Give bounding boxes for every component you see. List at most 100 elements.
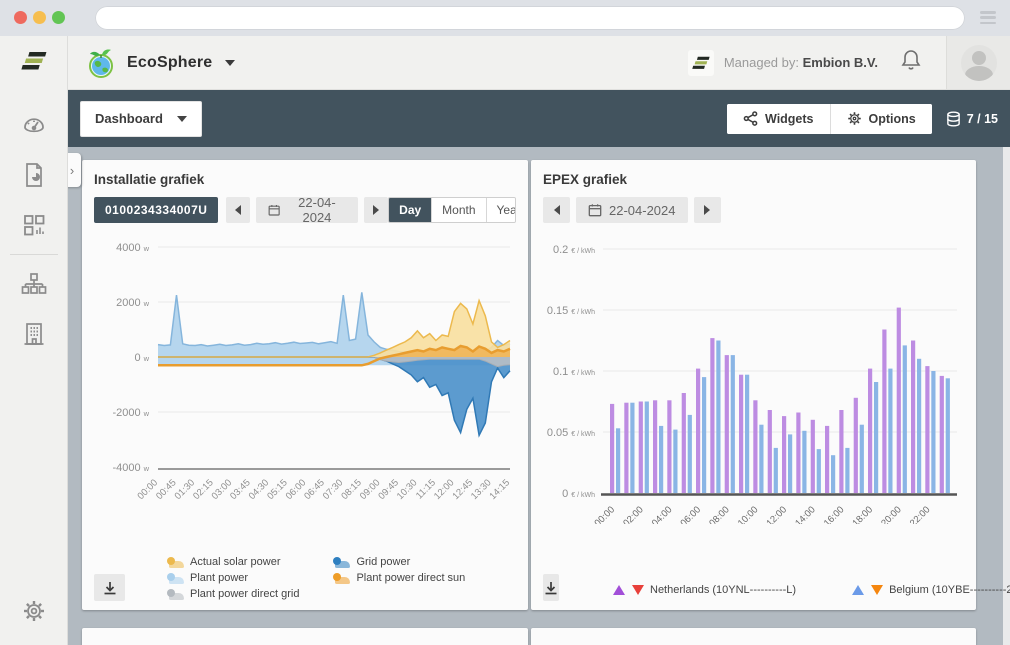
widgets-button[interactable]: Widgets (727, 104, 830, 134)
bar (610, 404, 614, 493)
dashboard-selector[interactable]: Dashboard (80, 101, 202, 137)
widget-title: EPEX grafiek (543, 172, 964, 187)
settings-gear-icon (22, 599, 46, 623)
x-axis-label: 02:00 (621, 504, 646, 524)
browser-menu-icon[interactable] (980, 11, 996, 24)
sitemap-icon (21, 272, 47, 296)
sidebar-item-reports[interactable] (0, 150, 68, 200)
prev-date-button[interactable] (226, 197, 250, 223)
date-value: 22-04-2024 (288, 195, 346, 225)
period-day-button[interactable]: Day (389, 198, 431, 222)
embion-logo-icon[interactable] (21, 50, 47, 77)
next-date-button[interactable] (364, 197, 388, 223)
dashboard-toolbar: Dashboard Widgets Options (68, 90, 1010, 147)
window-minimize-button[interactable] (33, 11, 46, 24)
x-axis-label: 02:15 (191, 477, 216, 502)
legend-label: Netherlands (10YNL----------L) (650, 584, 796, 596)
widgets-share-icon (743, 111, 758, 126)
notifications-button[interactable] (900, 48, 922, 77)
serial-badge: 0100234334007U (94, 197, 218, 223)
legend-label: Plant power direct sun (356, 572, 465, 584)
sidebar-collapse-toggle[interactable]: › (68, 153, 81, 187)
widgets-grid-icon (22, 213, 46, 237)
window-maximize-button[interactable] (52, 11, 65, 24)
x-axis-label: 12:00 (765, 504, 790, 524)
bar (796, 413, 800, 494)
legend-item[interactable]: Netherlands (10YNL----------L) (613, 584, 796, 596)
x-axis-label: 04:00 (650, 504, 675, 524)
sidebar (0, 36, 68, 645)
sidebar-item-widgets[interactable] (0, 200, 68, 250)
sidebar-item-sitemap[interactable] (0, 259, 68, 309)
legend-label: Actual solar power (190, 556, 281, 568)
bar (702, 377, 706, 493)
legend-item[interactable]: Actual solar power (167, 556, 299, 568)
download-button[interactable] (543, 574, 559, 601)
arrow-left-icon (235, 205, 241, 215)
prev-date-button[interactable] (543, 197, 570, 223)
legend-swatch-icon (167, 573, 184, 584)
sidebar-item-settings[interactable] (0, 599, 68, 623)
bar (817, 449, 821, 493)
installatie-chart: 4000w2000w0w-2000w-4000w00:0000:4501:300… (94, 229, 516, 526)
bar (696, 369, 700, 493)
bar (811, 420, 815, 493)
building-icon (22, 321, 46, 347)
date-picker-button[interactable]: 22-04-2024 (256, 197, 358, 223)
calendar-icon (588, 203, 602, 217)
x-axis-label: 08:00 (707, 504, 732, 524)
date-picker-button[interactable]: 22-04-2024 (576, 197, 688, 223)
dashboard-gauge-icon (21, 112, 47, 138)
legend-item[interactable]: Grid power (333, 556, 465, 568)
epex-widget: EPEX grafiek 22-04-2024 0.2€ / kWh0.15€ … (531, 160, 976, 610)
triangle-up-icon (852, 585, 864, 595)
y-axis-label: 2000w (116, 297, 149, 309)
bar (917, 359, 921, 493)
app-switcher[interactable]: EcoSphere (68, 46, 235, 80)
period-month-button[interactable]: Month (431, 198, 485, 222)
legend-item[interactable]: Belgium (10YBE----------2) (852, 584, 1010, 596)
legend-label: Plant power direct grid (190, 588, 299, 600)
x-axis-label: 13:30 (469, 477, 494, 502)
area-chart-svg: 4000w2000w0w-2000w-4000w00:0000:4501:300… (94, 229, 516, 521)
options-button[interactable]: Options (830, 104, 932, 134)
x-axis-label: 03:45 (228, 477, 253, 502)
bar (716, 341, 720, 494)
bar (845, 448, 849, 493)
legend-item[interactable]: Plant power direct sun (333, 572, 465, 584)
user-menu[interactable] (946, 36, 1010, 89)
bar (745, 375, 749, 493)
ecosphere-logo-icon (84, 46, 118, 80)
y-axis-label: 0.15€ / kWh (547, 305, 595, 317)
x-axis-label: 14:15 (488, 477, 513, 502)
scrollbar-track[interactable] (1003, 147, 1010, 645)
header-right: Managed by: Embion B.V. (688, 36, 1010, 89)
x-axis-label: 08:15 (339, 477, 364, 502)
next-date-button[interactable] (694, 197, 721, 223)
download-icon (543, 580, 559, 596)
epex-chart: 0.2€ / kWh0.15€ / kWh0.1€ / kWh0.05€ / k… (543, 229, 964, 529)
installatie-legend: Actual solar power Plant power Plant power… (167, 556, 465, 600)
legend-item[interactable]: Plant power direct grid (167, 588, 299, 600)
next-row-widget (531, 628, 976, 645)
legend-item[interactable]: Plant power (167, 572, 299, 584)
address-bar[interactable] (95, 6, 965, 30)
legend-label: Plant power (190, 572, 248, 584)
bar (903, 345, 907, 493)
x-axis-label: 03:00 (210, 477, 235, 502)
download-button[interactable] (94, 574, 125, 601)
period-year-button[interactable]: Year (486, 198, 516, 222)
sidebar-item-buildings[interactable] (0, 309, 68, 359)
period-toggle: Day Month Year (388, 197, 516, 223)
sidebar-item-dashboard[interactable] (0, 100, 68, 150)
x-axis-label: 06:45 (302, 477, 327, 502)
x-axis-label: 04:30 (247, 477, 272, 502)
window-close-button[interactable] (14, 11, 27, 24)
legend-label: Belgium (10YBE----------2) (889, 584, 1010, 596)
bar (673, 430, 677, 493)
bar (739, 375, 743, 493)
y-axis-label: 0.05€ / kWh (547, 427, 595, 439)
x-axis-label: 00:00 (136, 477, 161, 502)
legend-label: Grid power (356, 556, 410, 568)
x-axis-label: 18:00 (851, 504, 876, 524)
